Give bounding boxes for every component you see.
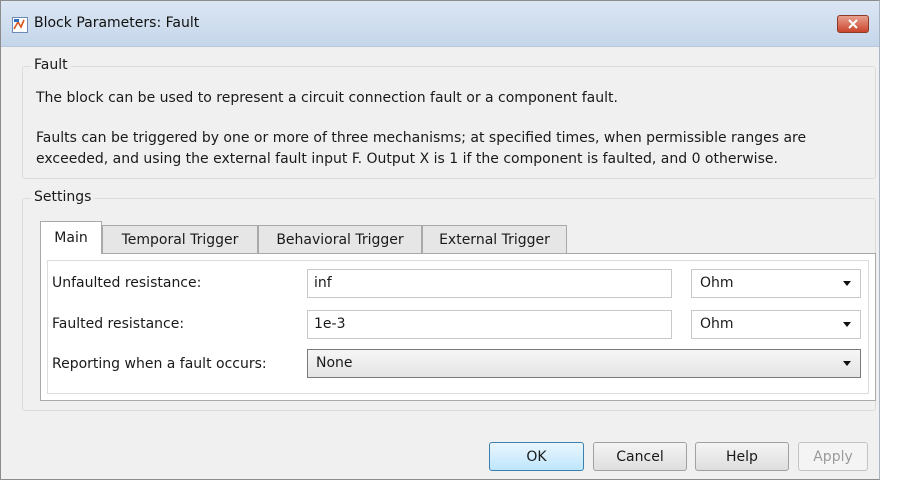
title-bar[interactable]: Block Parameters: Fault [1, 1, 879, 47]
tab-temporal-trigger-label: Temporal Trigger [121, 231, 239, 248]
cancel-button-label: Cancel [616, 448, 664, 465]
close-button[interactable] [837, 15, 869, 33]
unfaulted-resistance-unit-value: Ohm [700, 275, 734, 291]
dialog-window: Block Parameters: Fault Fault The block … [0, 0, 880, 480]
chevron-down-icon [843, 361, 851, 366]
unfaulted-resistance-value: inf [314, 275, 332, 291]
fault-description-line-2: Faults can be triggered by one or more o… [36, 130, 807, 146]
faulted-resistance-unit-value: Ohm [700, 316, 734, 332]
help-button-label: Help [726, 448, 758, 465]
tab-main-label: Main [54, 230, 88, 246]
tab-temporal-trigger[interactable]: Temporal Trigger [102, 225, 258, 253]
reporting-label: Reporting when a fault occurs: [52, 356, 267, 372]
fault-description-line-1: The block can be used to represent a cir… [36, 90, 618, 106]
faulted-resistance-label: Faulted resistance: [52, 316, 185, 332]
close-x-icon [848, 19, 858, 29]
settings-group-title: Settings [31, 189, 95, 205]
tab-main[interactable]: Main [40, 221, 102, 254]
background-strip [880, 0, 898, 480]
simulink-block-icon [12, 17, 28, 33]
tab-behavioral-trigger[interactable]: Behavioral Trigger [258, 225, 422, 253]
unfaulted-resistance-input[interactable]: inf [307, 269, 672, 298]
apply-button-label: Apply [813, 448, 853, 465]
cancel-button[interactable]: Cancel [593, 442, 687, 471]
reporting-value: None [316, 355, 353, 371]
unfaulted-resistance-unit-select[interactable]: Ohm [691, 269, 861, 298]
tab-external-trigger[interactable]: External Trigger [422, 225, 567, 253]
fault-group-title: Fault [31, 57, 71, 73]
chevron-down-icon [843, 322, 851, 327]
faulted-resistance-unit-select[interactable]: Ohm [691, 310, 861, 339]
fault-description-line-3: exceeded, and using the external fault i… [36, 151, 778, 167]
tab-external-trigger-label: External Trigger [439, 231, 550, 248]
faulted-resistance-value: 1e-3 [314, 316, 346, 332]
help-button[interactable]: Help [695, 442, 789, 471]
ok-button[interactable]: OK [489, 442, 584, 471]
reporting-select[interactable]: None [307, 349, 861, 378]
tab-behavioral-trigger-label: Behavioral Trigger [276, 231, 404, 248]
window-title: Block Parameters: Fault [34, 15, 200, 31]
faulted-resistance-input[interactable]: 1e-3 [307, 310, 672, 339]
unfaulted-resistance-label: Unfaulted resistance: [52, 275, 202, 291]
ok-button-label: OK [526, 448, 547, 465]
apply-button[interactable]: Apply [798, 442, 868, 471]
chevron-down-icon [843, 281, 851, 286]
